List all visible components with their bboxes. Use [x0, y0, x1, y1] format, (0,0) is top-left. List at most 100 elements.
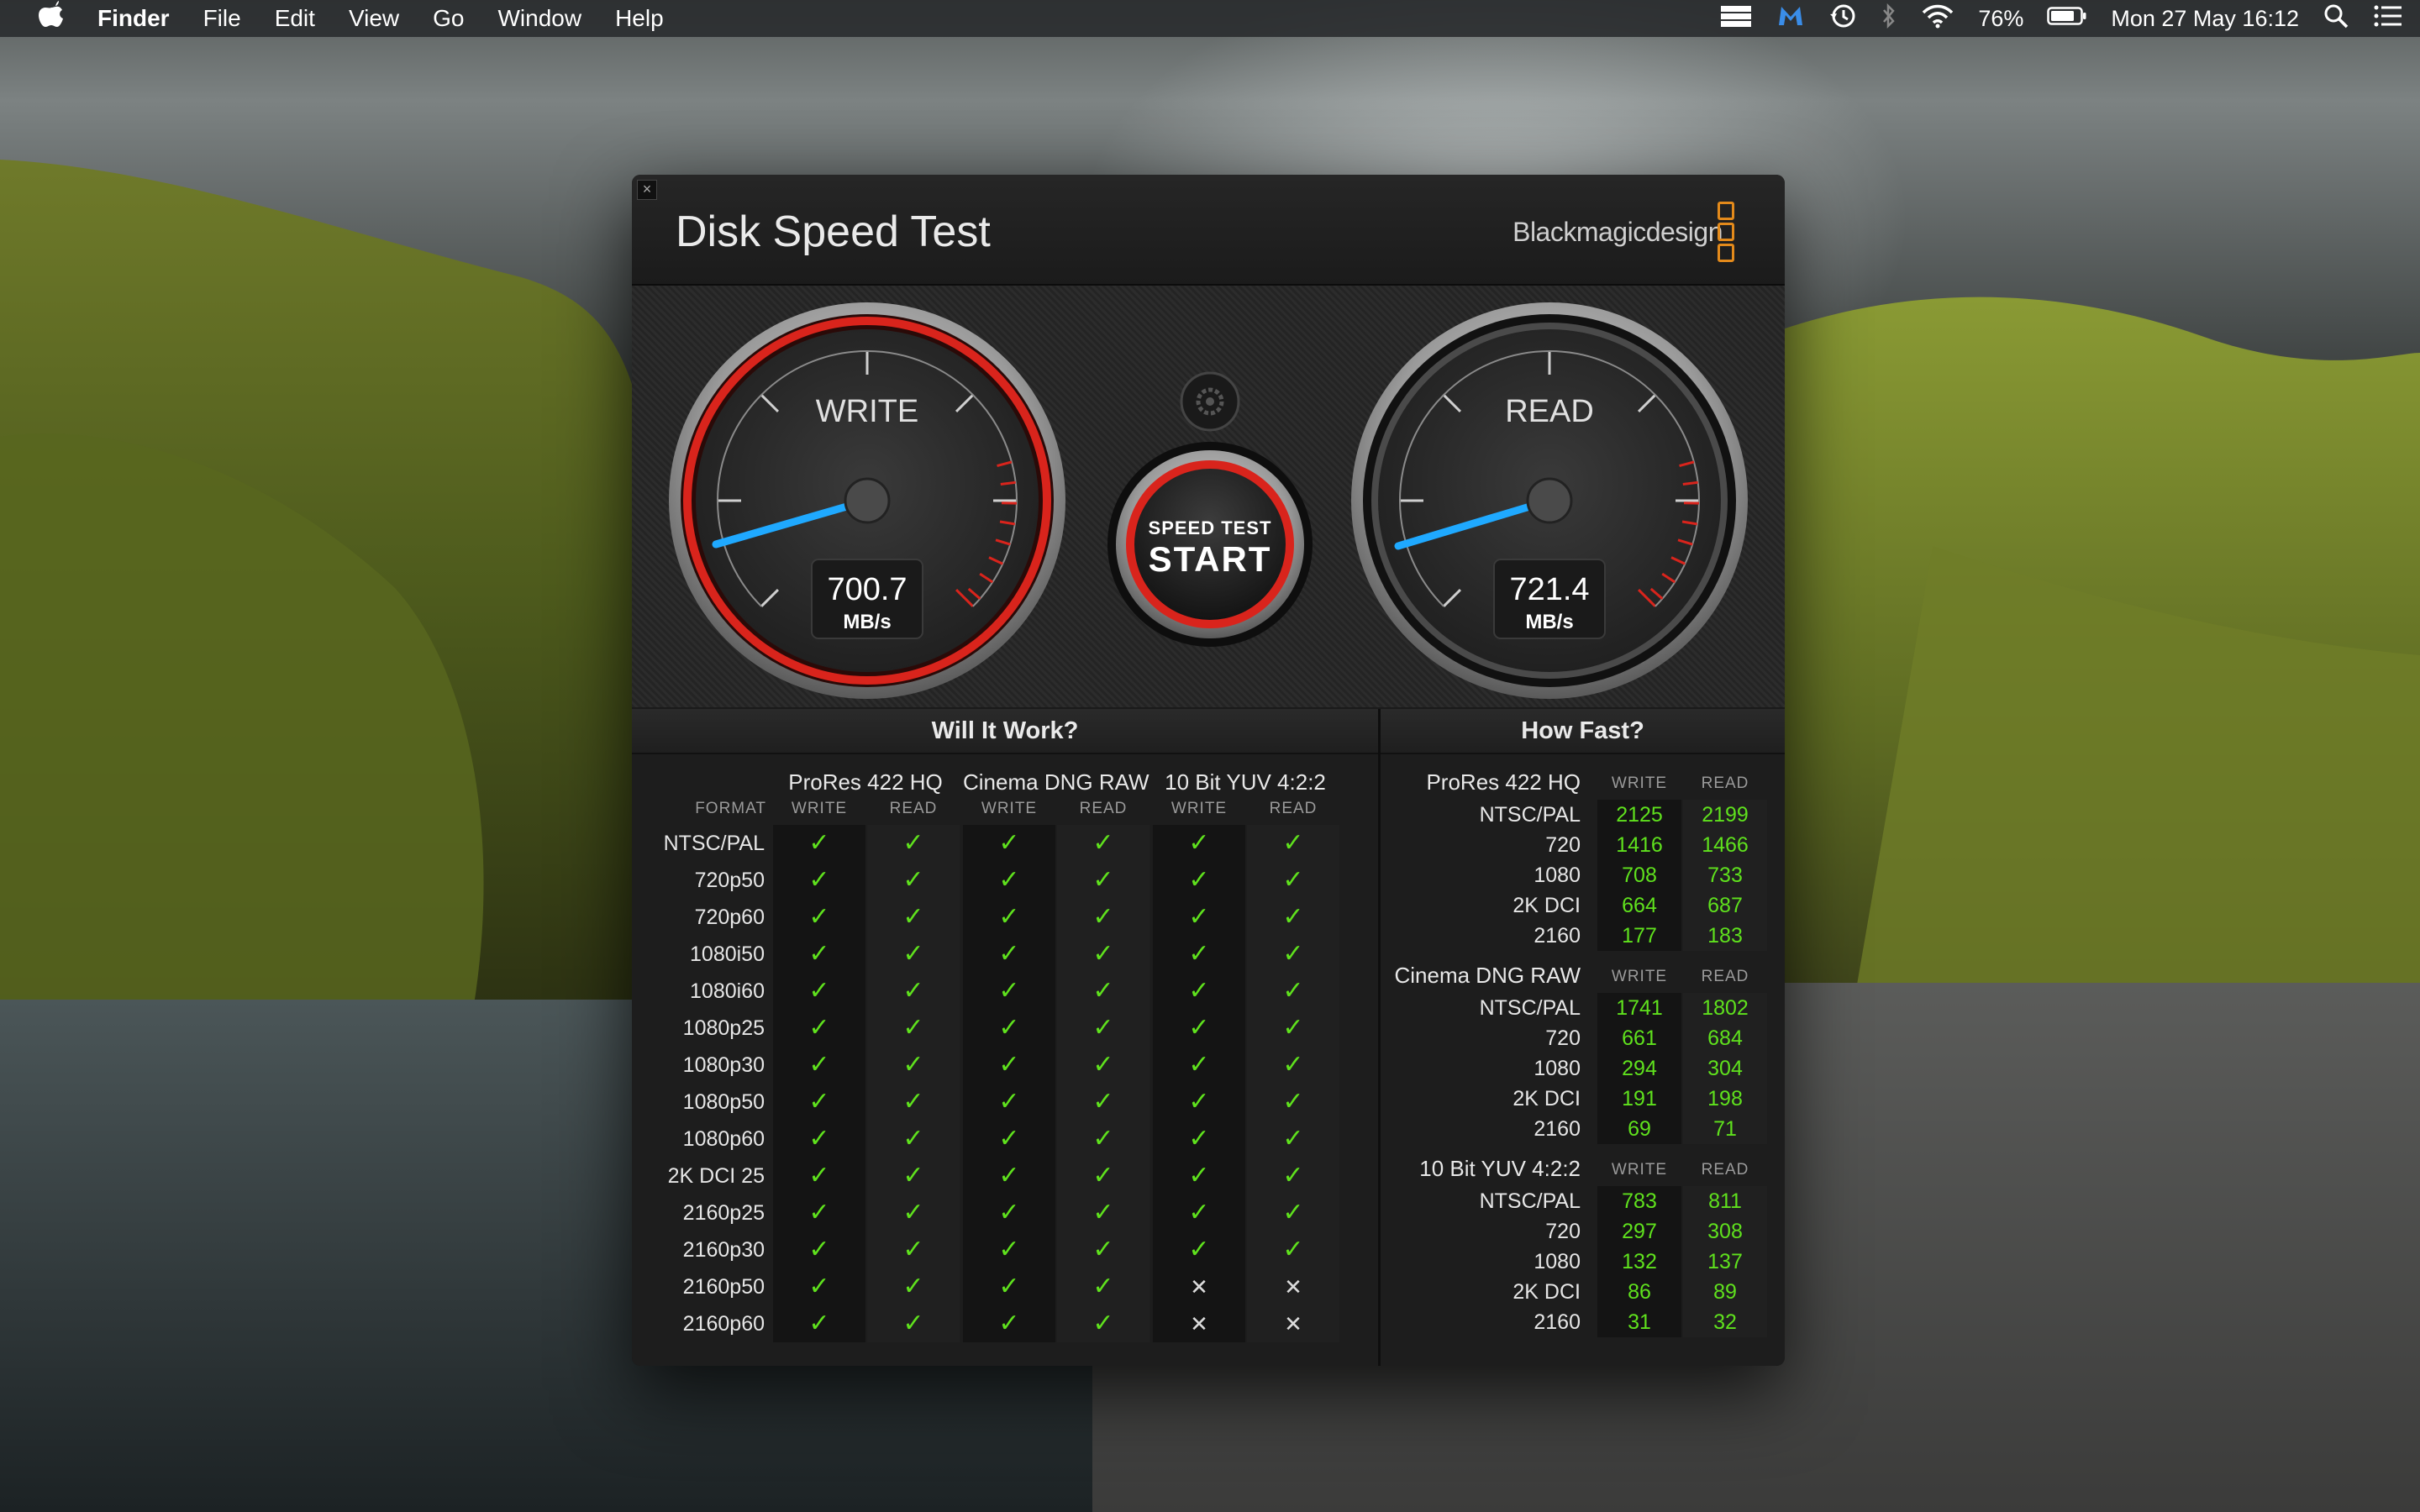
close-button[interactable]: × [637, 180, 657, 200]
wifi-icon[interactable] [1921, 3, 1954, 34]
cinema-write-header: WRITE [981, 800, 1038, 817]
cell-supported: ✓ [1057, 936, 1150, 973]
apple-icon[interactable] [22, 0, 81, 37]
menu-finder[interactable]: Finder [81, 0, 187, 37]
how-fast-write-value: 1741 [1597, 993, 1681, 1023]
prores-read-header: READ [889, 800, 938, 817]
will-it-work-panel: Will It Work? FORMAT ProRes 422 HQ Cinem… [632, 709, 1381, 1366]
how-fast-row: 720 661 684 [1381, 1023, 1785, 1053]
cell-supported: ✓ [1247, 825, 1339, 862]
cell-supported: ✓ [963, 1268, 1055, 1305]
format-column-header: FORMAT [695, 800, 766, 817]
how-fast-group-title: Cinema DNG RAW [1394, 963, 1581, 988]
cell-supported: ✓ [867, 862, 960, 899]
cell-supported: ✓ [963, 936, 1055, 973]
how-fast-read-value: 32 [1683, 1307, 1767, 1337]
write-needle-hub [844, 477, 891, 524]
window-titlebar: × Disk Speed Test Blackmagicdesign [632, 175, 1785, 286]
check-icon: ✓ [1188, 977, 1210, 1005]
menu-window[interactable]: Window [481, 0, 598, 37]
check-icon: ✓ [998, 1014, 1020, 1042]
check-icon: ✓ [998, 829, 1020, 857]
menu-go[interactable]: Go [416, 0, 481, 37]
menu-view[interactable]: View [332, 0, 416, 37]
cell-supported: ✓ [1153, 862, 1245, 899]
how-fast-row: 2160 177 183 [1381, 921, 1785, 951]
settings-button[interactable] [1180, 371, 1240, 432]
cell-supported: ✓ [1247, 1010, 1339, 1047]
notification-center-icon[interactable] [2373, 3, 2403, 34]
check-icon: ✓ [902, 1162, 924, 1189]
speed-test-start-button[interactable]: SPEED TEST START [1107, 442, 1313, 647]
battery-percent: 76% [1978, 5, 2024, 31]
check-icon: ✓ [1092, 940, 1114, 968]
how-fast-write-value: 297 [1597, 1216, 1681, 1247]
check-icon: ✓ [1092, 1273, 1114, 1300]
check-icon: ✓ [998, 977, 1020, 1005]
how-fast-row: 1080 132 137 [1381, 1247, 1785, 1277]
how-fast-format-label: NTSC/PAL [1479, 1189, 1581, 1213]
how-fast-row: 1080 294 304 [1381, 1053, 1785, 1084]
start-button-label: START [1149, 539, 1272, 579]
how-fast-write-value: 69 [1597, 1114, 1681, 1144]
cell-unsupported: ✕ [1153, 1268, 1245, 1305]
stack-app-icon[interactable] [1719, 3, 1753, 34]
time-machine-icon[interactable] [1828, 3, 1857, 35]
cell-supported: ✓ [1057, 1194, 1150, 1231]
cell-supported: ✓ [773, 899, 865, 936]
how-fast-write-value: 191 [1597, 1084, 1681, 1114]
check-icon: ✓ [1282, 1199, 1304, 1226]
how-fast-row: NTSC/PAL 783 811 [1381, 1186, 1785, 1216]
how-fast-row: 2160 69 71 [1381, 1114, 1785, 1144]
cell-supported: ✓ [1057, 1305, 1150, 1342]
how-fast-format-label: 720 [1545, 833, 1581, 857]
cell-supported: ✓ [867, 1158, 960, 1194]
menu-edit[interactable]: Edit [258, 0, 332, 37]
read-gauge-label: READ [1505, 394, 1594, 429]
menu-file[interactable]: File [187, 0, 258, 37]
check-icon: ✓ [1188, 829, 1210, 857]
how-fast-read-value: 71 [1683, 1114, 1767, 1144]
menu-clock[interactable]: Mon 27 May 16:12 [2111, 6, 2299, 32]
cell-supported: ✓ [1057, 1047, 1150, 1084]
how-fast-read-value: 684 [1683, 1023, 1767, 1053]
format-label: 2160p30 [682, 1238, 765, 1262]
check-icon: ✓ [808, 1125, 830, 1152]
check-icon: ✓ [1282, 829, 1304, 857]
cross-icon: ✕ [1284, 1274, 1302, 1299]
spotlight-search-icon[interactable] [2323, 3, 2349, 35]
check-icon: ✓ [1092, 903, 1114, 931]
menu-help[interactable]: Help [598, 0, 681, 37]
how-fast-row: 2160 31 32 [1381, 1307, 1785, 1337]
how-fast-format-label: NTSC/PAL [1479, 803, 1581, 827]
cell-supported: ✓ [1057, 1268, 1150, 1305]
check-icon: ✓ [1188, 866, 1210, 894]
cell-supported: ✓ [963, 1047, 1055, 1084]
cell-supported: ✓ [963, 1194, 1055, 1231]
how-fast-row: 1080 708 733 [1381, 860, 1785, 890]
check-icon: ✓ [1188, 1125, 1210, 1152]
how-fast-read-header: READ [1701, 1161, 1749, 1179]
bluetooth-icon[interactable] [1881, 3, 1897, 35]
battery-icon[interactable] [2047, 5, 2087, 32]
format-label: 2K DCI 25 [667, 1164, 765, 1188]
malwarebytes-icon[interactable] [1776, 3, 1805, 34]
cell-supported: ✓ [867, 1084, 960, 1121]
format-label: 2160p50 [682, 1275, 765, 1299]
disk-speed-test-window: × Disk Speed Test Blackmagicdesign WRITE… [632, 175, 1785, 1366]
format-label: 2160p25 [682, 1201, 765, 1225]
check-icon: ✓ [1188, 1014, 1210, 1042]
check-icon: ✓ [1188, 1088, 1210, 1116]
check-icon: ✓ [808, 1162, 830, 1189]
check-icon: ✓ [1092, 1162, 1114, 1189]
how-fast-format-label: 2160 [1534, 1117, 1581, 1141]
how-fast-format-label: NTSC/PAL [1479, 996, 1581, 1020]
cell-supported: ✓ [1153, 936, 1245, 973]
cell-unsupported: ✕ [1153, 1305, 1245, 1342]
how-fast-write-header: WRITE [1611, 774, 1668, 792]
how-fast-row: 2K DCI 191 198 [1381, 1084, 1785, 1114]
check-icon: ✓ [808, 1051, 830, 1079]
how-fast-write-value: 783 [1597, 1186, 1681, 1216]
start-button-caption: SPEED TEST [1149, 517, 1272, 538]
check-icon: ✓ [902, 1088, 924, 1116]
